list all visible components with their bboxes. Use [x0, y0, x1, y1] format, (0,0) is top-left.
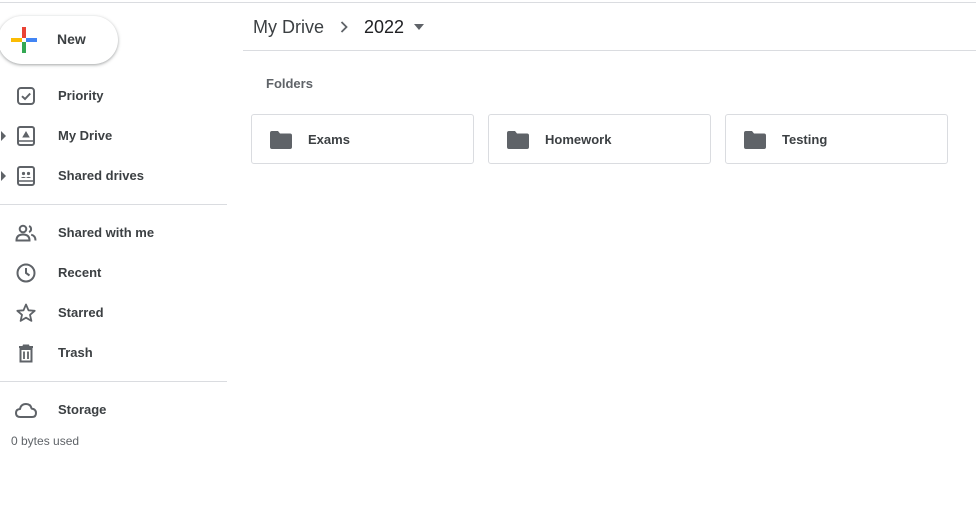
sidebar-divider: [0, 381, 227, 382]
shared-drives-icon: [17, 166, 35, 186]
sidebar-item-label: Shared drives: [58, 168, 144, 183]
main-content: My Drive 2022 Folders Exams Homework Tes…: [243, 0, 976, 530]
breadcrumb-current[interactable]: 2022: [364, 17, 404, 38]
folder-icon: [507, 131, 529, 149]
sidebar-divider: [0, 204, 227, 205]
sidebar-item-label: Starred: [58, 305, 104, 320]
my-drive-icon: [17, 126, 35, 146]
sidebar-item-shared-drives[interactable]: Shared drives: [0, 160, 227, 192]
sidebar-item-storage[interactable]: Storage: [0, 394, 227, 426]
sidebar-item-label: Priority: [58, 88, 104, 103]
folder-card-testing[interactable]: Testing: [725, 114, 948, 164]
folder-icon: [270, 131, 292, 149]
folder-name: Homework: [545, 132, 612, 147]
sidebar-item-label: Shared with me: [58, 225, 155, 240]
sidebar-item-label: Storage: [58, 402, 107, 417]
new-button[interactable]: New: [0, 16, 118, 64]
sidebar-item-label: My Drive: [58, 128, 113, 143]
caret-right-icon[interactable]: [1, 171, 7, 181]
sidebar-item-starred[interactable]: Starred: [0, 297, 227, 329]
clock-icon: [16, 263, 36, 283]
caret-right-icon[interactable]: [1, 131, 7, 141]
sidebar-item-label: Trash: [58, 345, 93, 360]
folder-name: Exams: [308, 132, 350, 147]
plus-icon: [11, 27, 37, 53]
folder-card-homework[interactable]: Homework: [488, 114, 711, 164]
dropdown-arrow-icon[interactable]: [414, 24, 424, 30]
chevron-right-icon: [340, 21, 348, 33]
priority-icon: [17, 87, 35, 105]
shared-with-me-icon: [15, 224, 37, 242]
sidebar-item-my-drive[interactable]: My Drive: [0, 120, 227, 152]
folder-icon: [744, 131, 766, 149]
breadcrumb: My Drive 2022: [243, 3, 976, 51]
sidebar-item-recent[interactable]: Recent: [0, 257, 227, 289]
trash-icon: [19, 344, 33, 363]
cloud-icon: [15, 403, 37, 418]
sidebar-item-label: Recent: [58, 265, 102, 280]
folder-name: Testing: [782, 132, 828, 147]
storage-used-text: 0 bytes used: [11, 434, 80, 448]
sidebar-item-trash[interactable]: Trash: [0, 337, 227, 369]
folder-card-exams[interactable]: Exams: [251, 114, 474, 164]
folders-section-title: Folders: [266, 76, 313, 91]
sidebar-item-priority[interactable]: Priority: [0, 80, 227, 112]
star-icon: [16, 303, 36, 322]
sidebar-item-shared-with-me[interactable]: Shared with me: [0, 217, 227, 249]
sidebar: New Priority My Drive Shared drives Shar…: [0, 0, 227, 530]
new-button-label: New: [57, 31, 86, 47]
breadcrumb-root[interactable]: My Drive: [253, 17, 324, 38]
